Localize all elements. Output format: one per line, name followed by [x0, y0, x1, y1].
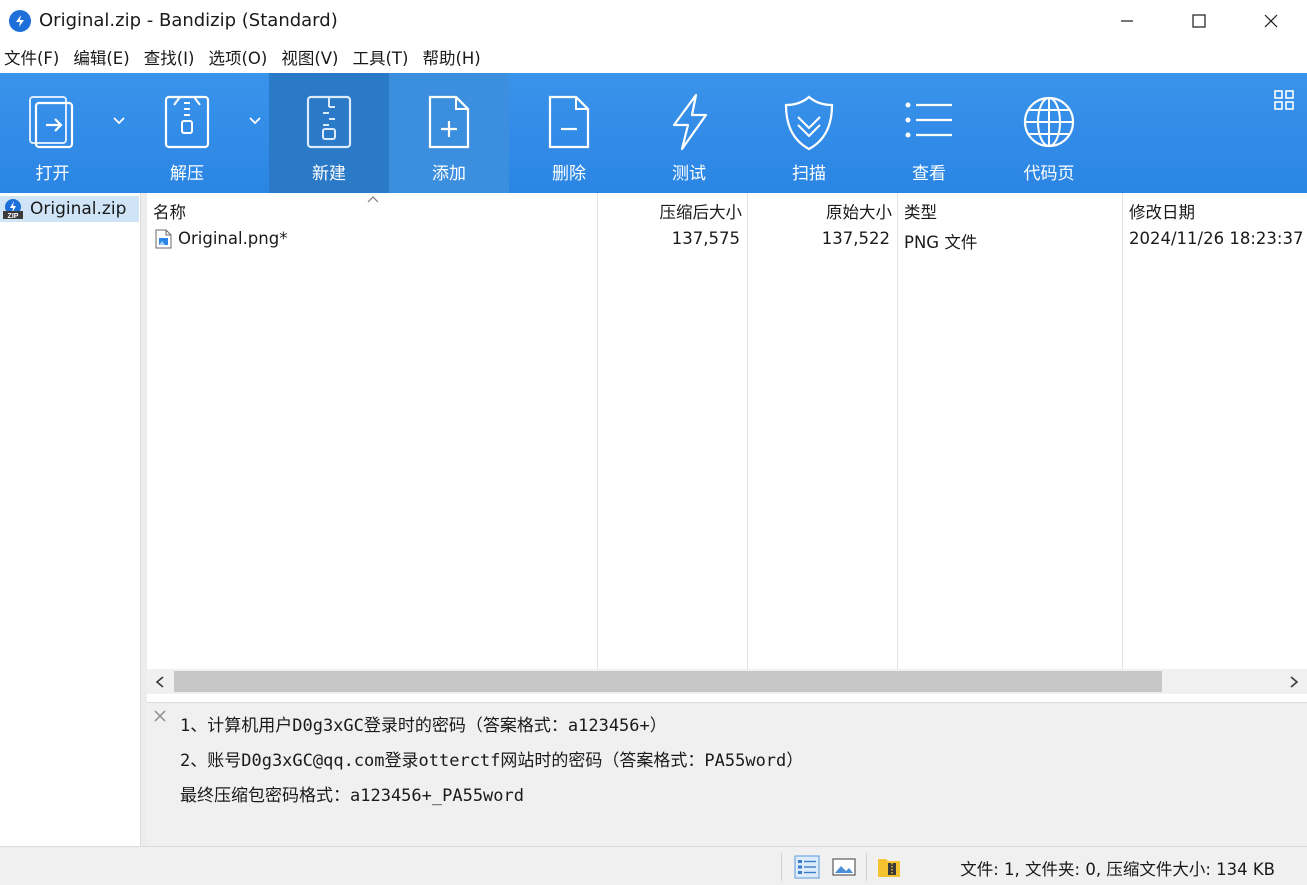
extract-icon: [160, 93, 214, 151]
column-divider[interactable]: [597, 193, 598, 669]
column-divider[interactable]: [1122, 193, 1123, 669]
view-list-icon: [902, 93, 956, 151]
new-label: 新建: [312, 164, 346, 184]
add-button[interactable]: 添加: [389, 73, 509, 193]
menu-tools[interactable]: 工具(T): [352, 45, 408, 69]
title-bar: Original.zip - Bandizip (Standard): [0, 0, 1307, 41]
file-compressed-size: 137,575: [671, 229, 740, 248]
add-label: 添加: [432, 164, 466, 184]
test-label: 测试: [672, 164, 706, 184]
thumbnail-view-icon[interactable]: [831, 855, 857, 879]
tree-item-archive[interactable]: ZIP Original.zip: [0, 196, 139, 222]
file-list: 名称 压缩后大小 原始大小 类型 修改日期 Original.png* 137,…: [147, 193, 1307, 669]
codepage-label: 代码页: [1023, 164, 1075, 184]
file-modified-date: 2024/11/26 18:23:37: [1129, 229, 1304, 248]
menu-options[interactable]: 选项(O): [208, 45, 267, 69]
comment-line: 最终压缩包密码格式：a123456+_PA55word: [180, 786, 524, 806]
extract-dropdown-icon[interactable]: [248, 115, 262, 125]
open-button[interactable]: 打开: [0, 73, 145, 193]
maximize-icon[interactable]: [1163, 0, 1235, 41]
zip-icon: ZIP: [3, 199, 23, 220]
menu-find[interactable]: 查找(I): [144, 45, 195, 69]
column-divider[interactable]: [897, 193, 898, 669]
close-icon[interactable]: [153, 709, 167, 723]
codepage-button[interactable]: 代码页: [989, 73, 1109, 193]
toolbar: 打开 解压 新建 添加 删除 测试 扫描 查看 代码页: [0, 73, 1307, 193]
chevron-right-icon: [1290, 675, 1299, 688]
status-divider: [781, 853, 782, 881]
open-icon: [26, 93, 80, 151]
minimize-icon[interactable]: [1091, 0, 1163, 41]
status-bar: 文件: 1, 文件夹: 0, 压缩文件大小: 134 KB: [0, 846, 1307, 885]
open-label: 打开: [35, 164, 70, 184]
archive-tree: ZIP Original.zip: [0, 193, 141, 846]
scrollbar-thumb[interactable]: [174, 671, 1162, 692]
column-header-modified[interactable]: 修改日期: [1129, 199, 1195, 223]
file-original-size: 137,522: [821, 229, 890, 248]
chevron-left-icon: [155, 675, 164, 688]
menu-edit[interactable]: 编辑(E): [73, 45, 129, 69]
details-view-icon[interactable]: [794, 855, 820, 879]
codepage-globe-icon: [1022, 93, 1076, 151]
extract-button[interactable]: 解压: [145, 73, 269, 193]
file-name: Original.png*: [178, 229, 288, 248]
column-header-compressed[interactable]: 压缩后大小: [597, 199, 743, 223]
scroll-right-button[interactable]: [1281, 669, 1307, 694]
new-button[interactable]: 新建: [269, 73, 389, 193]
file-type: PNG 文件: [904, 233, 978, 252]
archive-comment-panel: 1、计算机用户D0g3xGC登录时的密码（答案格式：a123456+） 2、账号…: [147, 702, 1307, 846]
scan-button[interactable]: 扫描: [749, 73, 869, 193]
column-header-type[interactable]: 类型: [904, 199, 937, 223]
delete-label: 删除: [552, 164, 586, 184]
delete-button[interactable]: 删除: [509, 73, 629, 193]
test-icon: [662, 93, 716, 151]
view-button[interactable]: 查看: [869, 73, 989, 193]
horizontal-scrollbar[interactable]: [147, 669, 1307, 694]
view-label: 查看: [912, 164, 946, 184]
open-dropdown-icon[interactable]: [112, 115, 126, 125]
delete-file-icon: [542, 93, 596, 151]
column-header-name[interactable]: 名称: [153, 199, 186, 223]
png-file-icon: [155, 229, 172, 249]
menu-bar: 文件(F) 编辑(E) 查找(I) 选项(O) 视图(V) 工具(T) 帮助(H…: [0, 43, 495, 71]
column-header-original[interactable]: 原始大小: [747, 199, 892, 223]
scroll-left-button[interactable]: [147, 669, 173, 694]
new-archive-icon: [302, 93, 356, 151]
comment-line: 2、账号D0g3xGC@qq.com登录otterctf网站时的密码（答案格式：…: [180, 751, 804, 771]
extract-label: 解压: [170, 164, 204, 184]
menu-view[interactable]: 视图(V): [281, 45, 338, 69]
archive-folder-icon[interactable]: [876, 855, 902, 879]
test-button[interactable]: 测试: [629, 73, 749, 193]
add-file-icon: [422, 93, 476, 151]
table-row[interactable]: Original.png* 137,575 137,522 PNG 文件 202…: [147, 227, 1307, 253]
menu-file[interactable]: 文件(F): [4, 45, 59, 69]
column-divider[interactable]: [747, 193, 748, 669]
bandizip-icon: [9, 9, 31, 32]
comment-line: 1、计算机用户D0g3xGC登录时的密码（答案格式：a123456+）: [180, 716, 667, 736]
sort-ascending-icon: [367, 196, 379, 203]
tree-item-label: Original.zip: [30, 199, 127, 219]
scan-shield-icon: [782, 93, 836, 151]
svg-text:ZIP: ZIP: [8, 213, 19, 220]
window-title: Original.zip - Bandizip (Standard): [39, 10, 338, 31]
status-divider: [866, 853, 867, 881]
status-summary: 文件: 1, 文件夹: 0, 压缩文件大小: 134 KB: [960, 860, 1275, 879]
grid-layout-icon[interactable]: [1273, 89, 1295, 111]
menu-help[interactable]: 帮助(H): [422, 45, 480, 69]
scan-label: 扫描: [792, 164, 826, 184]
close-icon[interactable]: [1235, 0, 1307, 41]
